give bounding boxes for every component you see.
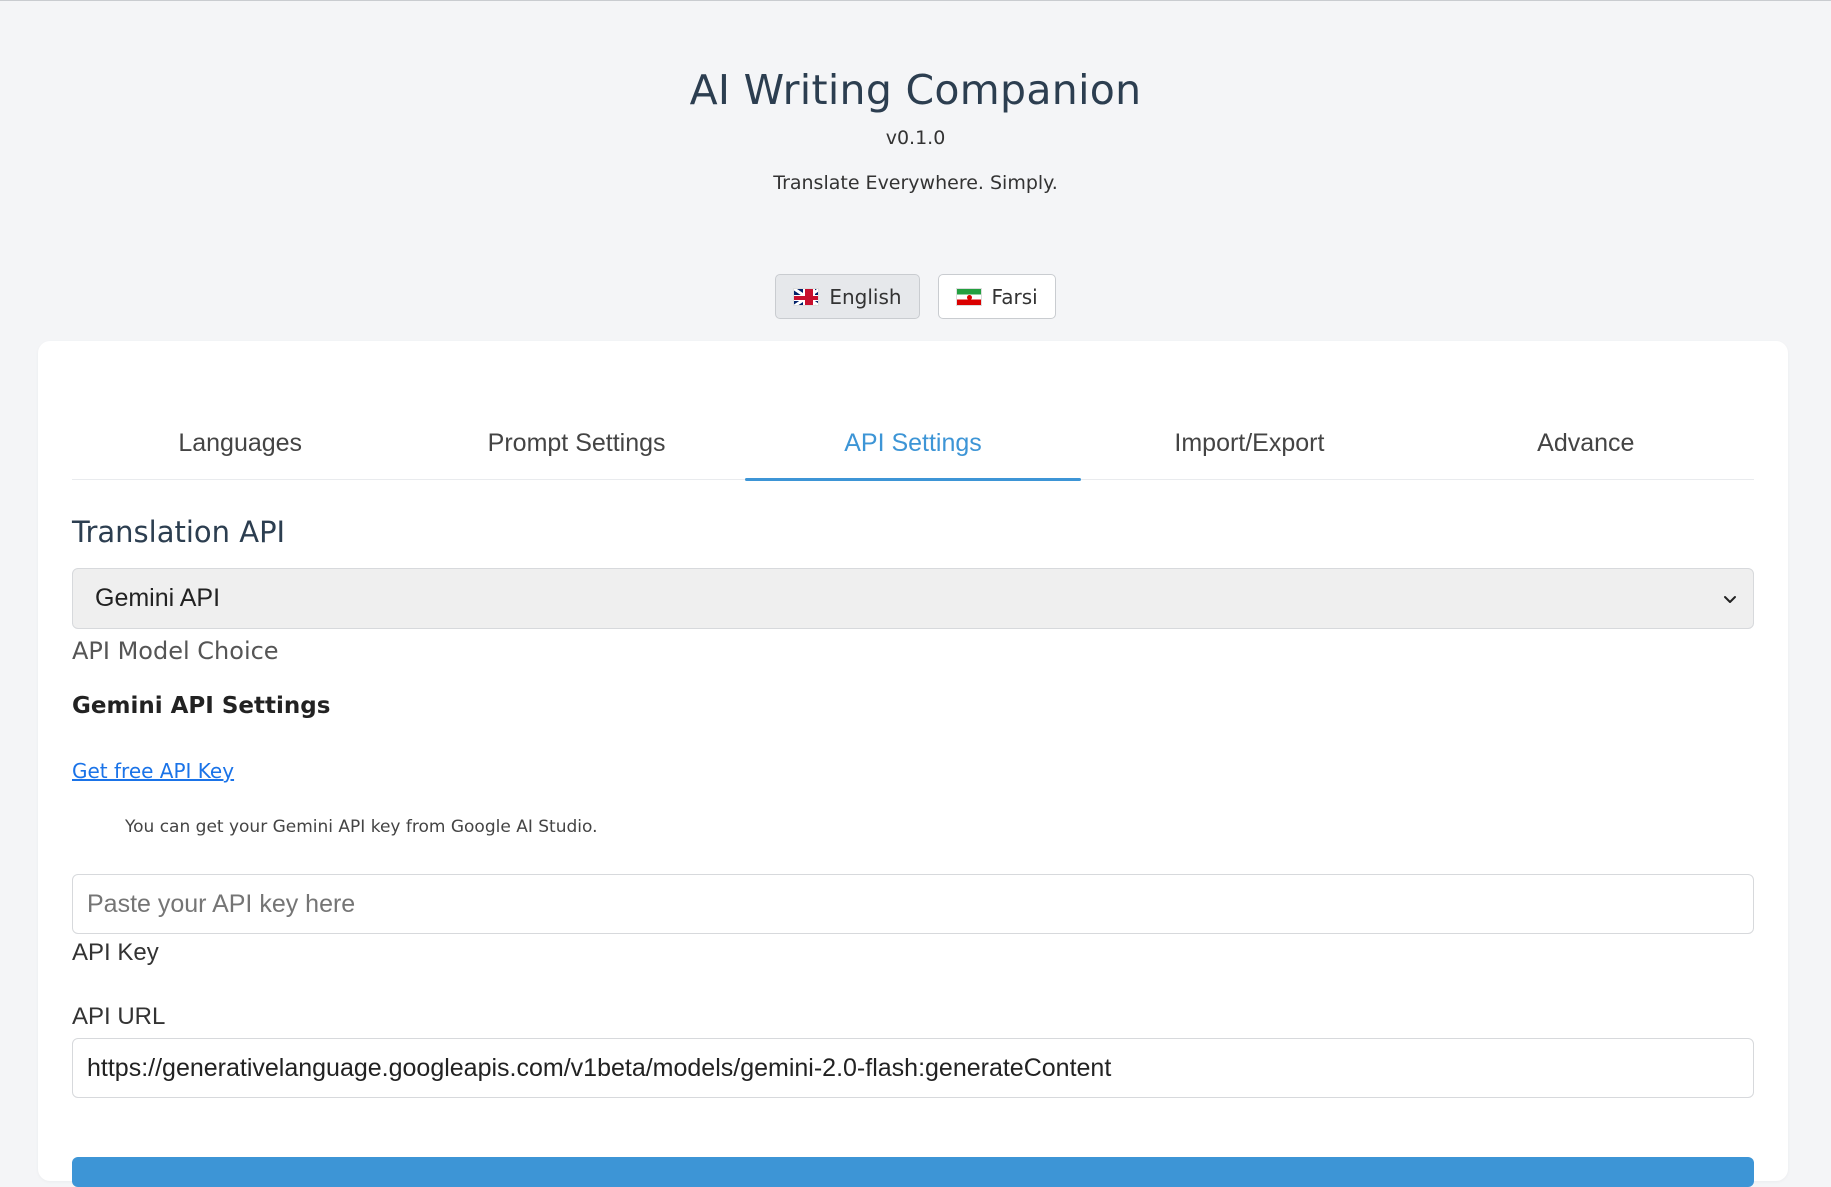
english-language-label: English <box>829 284 902 309</box>
farsi-language-button[interactable]: Farsi <box>937 274 1056 319</box>
tab-api-settings[interactable]: API Settings <box>744 415 1082 481</box>
api-key-hint: You can get your Gemini API key from Goo… <box>125 817 598 837</box>
api-model-select[interactable]: Gemini API <box>72 568 1754 629</box>
tab-languages[interactable]: Languages <box>72 415 408 479</box>
english-language-button[interactable]: English <box>775 274 920 319</box>
language-switcher: English Farsi <box>0 274 1831 319</box>
app-version: v0.1.0 <box>885 127 946 149</box>
tab-advance[interactable]: Advance <box>1418 415 1754 479</box>
uk-flag-icon <box>793 287 820 306</box>
api-key-label: API Key <box>72 939 159 966</box>
tab-prompt-settings[interactable]: Prompt Settings <box>408 415 744 479</box>
get-api-key-link[interactable]: Get free API Key <box>72 759 234 783</box>
settings-tabs: Languages Prompt Settings API Settings I… <box>72 415 1754 481</box>
iran-flag-icon <box>955 287 982 306</box>
api-key-input[interactable] <box>72 874 1754 934</box>
farsi-language-label: Farsi <box>991 284 1038 309</box>
section-title: Translation API <box>72 515 286 549</box>
api-url-label: API URL <box>72 1003 166 1030</box>
app-header: AI Writing Companion v0.1.0 Translate Ev… <box>0 1 1831 195</box>
app-tagline: Translate Everywhere. Simply. <box>773 172 1058 194</box>
save-button[interactable] <box>72 1157 1754 1187</box>
gemini-settings-title: Gemini API Settings <box>72 693 331 719</box>
api-url-input[interactable] <box>72 1038 1754 1098</box>
app-title: AI Writing Companion <box>689 66 1142 114</box>
tab-import-export[interactable]: Import/Export <box>1081 415 1417 479</box>
settings-card: Languages Prompt Settings API Settings I… <box>38 341 1788 1187</box>
chevron-down-icon <box>1724 595 1736 603</box>
api-model-select-value: Gemini API <box>95 584 221 612</box>
api-model-label: API Model Choice <box>72 637 279 665</box>
